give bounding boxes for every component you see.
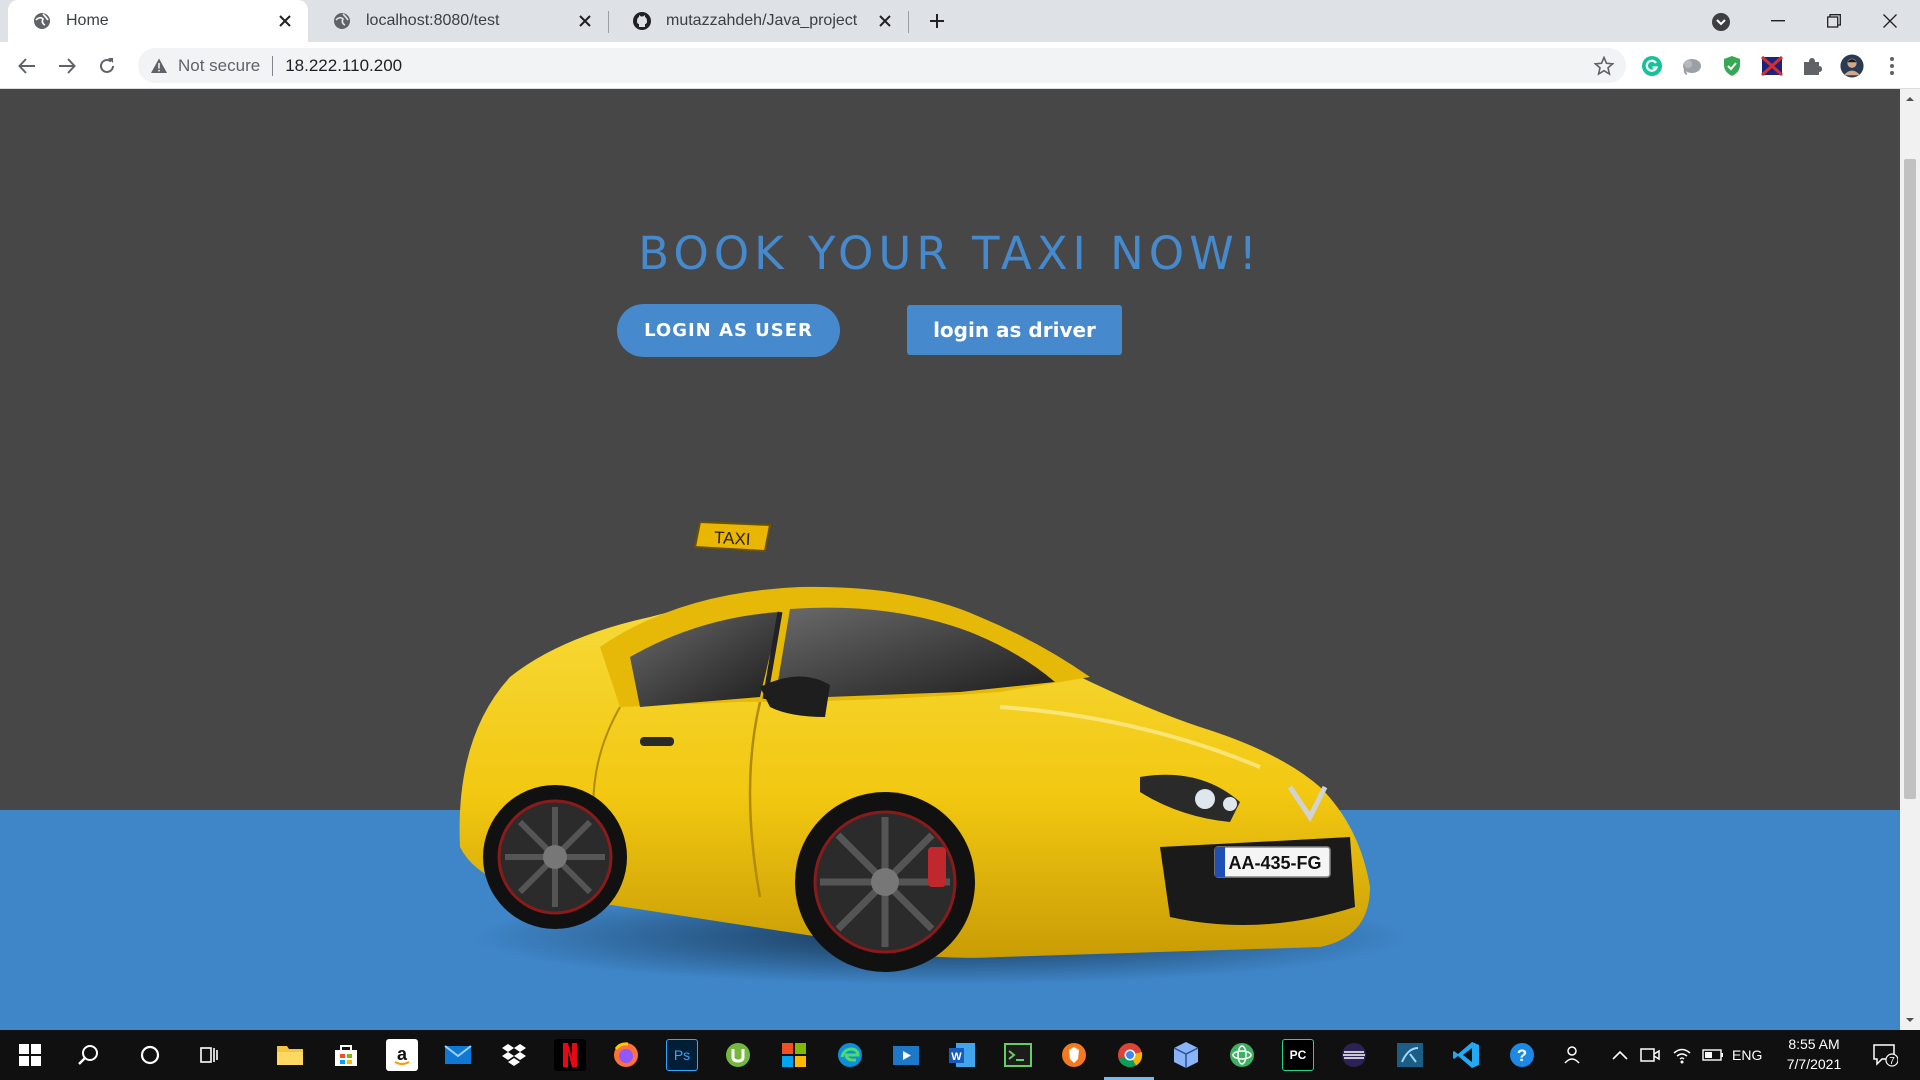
tab-home[interactable]: Home (8, 0, 308, 42)
close-window-button[interactable] (1862, 0, 1918, 42)
scroll-thumb[interactable] (1904, 159, 1916, 799)
help-icon[interactable]: ? (1506, 1039, 1538, 1071)
notification-center-icon[interactable]: 7 (1872, 1030, 1898, 1080)
close-icon[interactable] (876, 12, 894, 30)
tab-strip: Home localhost:8080/test mutazzahdeh/Jav… (0, 0, 1920, 42)
task-view-icon[interactable] (194, 1039, 226, 1071)
menu-icon[interactable] (1880, 54, 1904, 78)
meet-now-icon[interactable] (1640, 1030, 1660, 1080)
new-tab-button[interactable] (924, 8, 950, 34)
amazon-icon[interactable]: a (386, 1039, 418, 1071)
vscode-icon[interactable] (1450, 1039, 1482, 1071)
back-button[interactable] (12, 51, 42, 81)
svg-text:W: W (951, 1051, 962, 1063)
flag-icon[interactable] (1760, 54, 1784, 78)
github-icon (632, 11, 652, 31)
warning-icon[interactable] (150, 57, 168, 75)
puzzle-icon[interactable] (1800, 54, 1824, 78)
tab-github[interactable]: mutazzahdeh/Java_project (608, 0, 908, 42)
office-icon[interactable] (778, 1039, 810, 1071)
url-text[interactable]: 18.222.110.200 (285, 56, 402, 76)
eclipse-icon[interactable] (1338, 1039, 1370, 1071)
tab-localhost[interactable]: localhost:8080/test (308, 0, 608, 42)
virtualbox-icon[interactable] (1170, 1039, 1202, 1071)
edge-icon[interactable] (834, 1039, 866, 1071)
file-explorer-icon[interactable] (274, 1039, 306, 1071)
globe-icon (32, 11, 52, 31)
pycharm-icon[interactable]: PC (1282, 1039, 1314, 1071)
scrollbar[interactable] (1900, 89, 1920, 1030)
security-label[interactable]: Not secure (178, 56, 260, 76)
netflix-icon[interactable] (554, 1039, 586, 1071)
cortana-icon[interactable] (134, 1039, 166, 1071)
front-wheel (795, 792, 975, 972)
login-as-user-button[interactable]: LOGIN AS USER (617, 304, 840, 357)
mysql-icon[interactable] (1394, 1039, 1426, 1071)
taxi-car-image: AA-435-FG TAXI (459, 520, 1410, 985)
taxi-sign-text: TAXI (714, 528, 751, 549)
svg-text:?: ? (1517, 1046, 1527, 1065)
forward-button[interactable] (52, 51, 82, 81)
mail-icon[interactable] (442, 1039, 474, 1071)
rear-wheel (483, 785, 627, 929)
address-bar[interactable]: Not secure 18.222.110.200 (138, 48, 1626, 83)
clock-date: 7/7/2021 (1786, 1056, 1842, 1072)
tab-title: Home (66, 12, 109, 29)
page-title: BOOK YOUR TAXI NOW! (638, 227, 1262, 280)
firefox-icon[interactable] (610, 1039, 642, 1071)
word-icon[interactable]: W (946, 1039, 978, 1071)
scroll-down-arrow[interactable] (1905, 1015, 1915, 1025)
brave-icon[interactable] (1058, 1039, 1090, 1071)
windows-start-icon[interactable] (14, 1039, 46, 1071)
close-icon[interactable] (576, 12, 594, 30)
license-plate-text: AA-435-FG (1228, 853, 1321, 873)
atom-icon[interactable] (1226, 1039, 1258, 1071)
minimize-button[interactable] (1750, 0, 1806, 42)
notification-count: 7 (1889, 1056, 1895, 1067)
language-indicator[interactable]: ENG (1732, 1030, 1762, 1080)
chevron-up-icon[interactable] (1612, 1030, 1628, 1080)
close-icon[interactable] (276, 12, 294, 30)
elephant-icon[interactable] (1680, 54, 1704, 78)
address-divider (272, 55, 274, 76)
svg-text:a: a (397, 1044, 408, 1064)
globe-icon (332, 11, 352, 31)
bookmark-star-icon[interactable] (1594, 56, 1614, 76)
svg-text:PC: PC (1290, 1048, 1307, 1062)
tab-title: localhost:8080/test (366, 12, 500, 29)
taskbar-clock[interactable]: 8:55 AM 7/7/2021 (1770, 1034, 1858, 1074)
search-icon[interactable] (72, 1039, 104, 1071)
tab-title: mutazzahdeh/Java_project (666, 12, 858, 29)
store-icon[interactable] (330, 1039, 362, 1071)
utorrent-icon[interactable] (722, 1039, 754, 1071)
shield-icon[interactable] (1720, 54, 1744, 78)
reload-button[interactable] (92, 51, 122, 81)
page-viewport: BOOK YOUR TAXI NOW! LOGIN AS USER login … (0, 89, 1900, 1030)
profile-avatar[interactable] (1840, 54, 1864, 78)
clock-time: 8:55 AM (1788, 1036, 1840, 1052)
tab-separator (908, 11, 909, 33)
login-as-driver-button[interactable]: login as driver (907, 305, 1122, 355)
dropbox-icon[interactable] (498, 1039, 530, 1071)
svg-text:Ps: Ps (674, 1047, 690, 1063)
taxi-roof-sign: TAXI (693, 520, 772, 553)
terminal-icon[interactable] (1002, 1039, 1034, 1071)
scroll-up-arrow[interactable] (1905, 94, 1915, 104)
battery-icon[interactable] (1702, 1030, 1724, 1080)
photoshop-icon[interactable]: Ps (666, 1039, 698, 1071)
browser-toolbar: Not secure 18.222.110.200 (0, 42, 1920, 89)
chrome-icon[interactable] (1114, 1039, 1146, 1071)
windows-taskbar: a Ps W PC ? ENG 8:55 AM 7/7/2021 7 (0, 1030, 1920, 1080)
grammarly-icon[interactable] (1640, 54, 1664, 78)
wifi-icon[interactable] (1672, 1030, 1692, 1080)
tab-search-icon[interactable] (1710, 11, 1732, 33)
restore-button[interactable] (1806, 0, 1862, 42)
people-icon[interactable] (1564, 1030, 1584, 1080)
video-icon[interactable] (890, 1039, 922, 1071)
